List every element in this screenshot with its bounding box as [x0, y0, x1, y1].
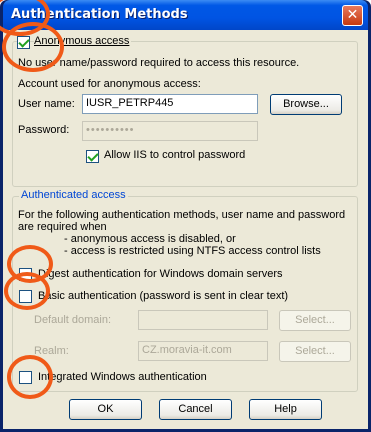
realm-select-button[interactable]: Select...: [279, 341, 351, 362]
close-button[interactable]: ✕: [342, 5, 363, 26]
realm-field[interactable]: CZ.moravia-it.com: [138, 341, 268, 361]
window-title: Authentication Methods: [11, 7, 188, 22]
default-domain-select-button[interactable]: Select...: [279, 310, 351, 331]
dialog-window: Authentication Methods ✕ Anonymous acces…: [0, 0, 371, 432]
realm-label: Realm:: [34, 345, 69, 357]
integrated-auth-checkbox[interactable]: [19, 371, 32, 384]
auth-description-line1: For the following authentication methods…: [18, 209, 346, 221]
authenticated-access-title: Authenticated access: [19, 189, 128, 201]
default-domain-field[interactable]: [138, 310, 268, 330]
anonymous-description: No user name/password required to access…: [18, 57, 300, 69]
integrated-auth-label[interactable]: Integrated Windows authentication: [38, 371, 207, 383]
digest-auth-label[interactable]: Digest authentication for Windows domain…: [38, 268, 283, 280]
allow-iis-label[interactable]: Allow IIS to control password: [104, 149, 245, 161]
help-button[interactable]: Help: [249, 399, 322, 420]
anonymous-access-checkbox[interactable]: [17, 36, 30, 49]
cancel-button[interactable]: Cancel: [159, 399, 232, 420]
digest-auth-checkbox[interactable]: [19, 268, 32, 281]
password-field[interactable]: ••••••••••: [82, 121, 258, 141]
anonymous-access-group: Anonymous access No user name/password r…: [12, 35, 358, 187]
account-caption: Account used for anonymous access:: [18, 78, 201, 90]
dialog-client: Anonymous access No user name/password r…: [3, 30, 368, 429]
auth-description-line2: are required when: [18, 221, 107, 233]
anonymous-access-label[interactable]: Anonymous access: [34, 35, 132, 47]
allow-iis-checkbox[interactable]: [86, 150, 99, 163]
username-field[interactable]: IUSR_PETRP445: [82, 94, 258, 114]
authenticated-access-group: Authenticated access For the following a…: [12, 189, 358, 392]
password-label: Password:: [18, 124, 70, 136]
browse-button[interactable]: Browse...: [270, 94, 342, 115]
basic-auth-checkbox[interactable]: [19, 290, 32, 303]
title-bar[interactable]: Authentication Methods ✕: [3, 0, 368, 30]
auth-description-line4: - access is restricted using NTFS access…: [64, 245, 321, 257]
auth-description-line3: - anonymous access is disabled, or: [64, 233, 236, 245]
username-label: User name:: [18, 98, 75, 110]
basic-auth-label[interactable]: Basic authentication (password is sent i…: [38, 290, 288, 302]
default-domain-label: Default domain:: [34, 314, 112, 326]
ok-button[interactable]: OK: [69, 399, 142, 420]
